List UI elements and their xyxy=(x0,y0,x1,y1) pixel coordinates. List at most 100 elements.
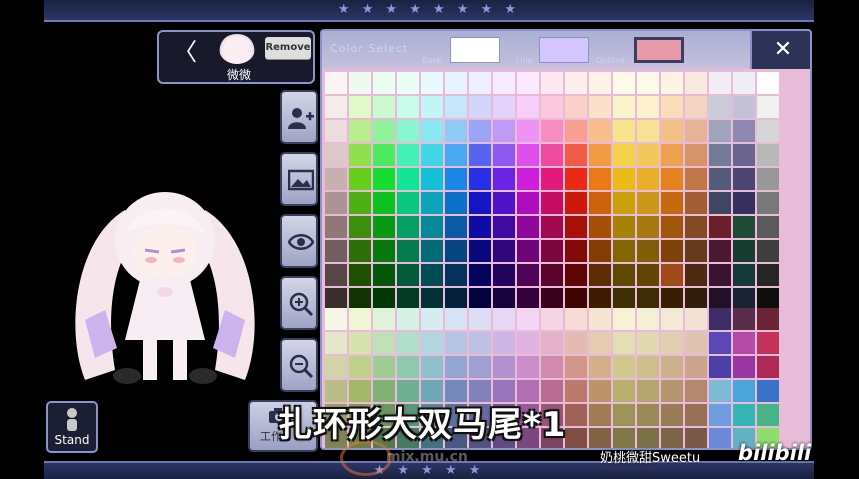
color-cell[interactable] xyxy=(613,168,635,190)
color-cell[interactable] xyxy=(421,120,443,142)
color-cell[interactable] xyxy=(541,264,563,286)
color-cell[interactable] xyxy=(589,404,611,426)
color-cell[interactable] xyxy=(589,264,611,286)
color-cell[interactable] xyxy=(445,96,467,118)
color-cell[interactable] xyxy=(733,192,755,214)
color-cell[interactable] xyxy=(373,216,395,238)
color-cell[interactable] xyxy=(325,168,347,190)
color-cell[interactable] xyxy=(469,216,491,238)
color-cell[interactable] xyxy=(685,144,707,166)
color-cell[interactable] xyxy=(541,144,563,166)
color-cell[interactable] xyxy=(709,404,731,426)
color-cell[interactable] xyxy=(589,308,611,330)
color-cell[interactable] xyxy=(637,308,659,330)
color-cell[interactable] xyxy=(661,288,683,310)
color-cell[interactable] xyxy=(541,72,563,94)
color-cell[interactable] xyxy=(421,72,443,94)
color-cell[interactable] xyxy=(613,264,635,286)
color-cell[interactable] xyxy=(349,332,371,354)
color-cell[interactable] xyxy=(661,380,683,402)
color-cell[interactable] xyxy=(589,240,611,262)
color-cell[interactable] xyxy=(445,308,467,330)
color-cell[interactable] xyxy=(709,120,731,142)
color-cell[interactable] xyxy=(469,96,491,118)
color-cell[interactable] xyxy=(709,240,731,262)
color-cell[interactable] xyxy=(661,240,683,262)
color-cell[interactable] xyxy=(373,356,395,378)
color-cell[interactable] xyxy=(517,264,539,286)
color-cell[interactable] xyxy=(421,192,443,214)
color-cell[interactable] xyxy=(589,144,611,166)
color-cell[interactable] xyxy=(661,264,683,286)
color-cell[interactable] xyxy=(565,356,587,378)
color-cell[interactable] xyxy=(445,144,467,166)
color-cell[interactable] xyxy=(733,96,755,118)
color-cell[interactable] xyxy=(517,144,539,166)
color-cell[interactable] xyxy=(661,192,683,214)
color-cell[interactable] xyxy=(661,144,683,166)
color-cell[interactable] xyxy=(709,308,731,330)
color-cell[interactable] xyxy=(637,380,659,402)
color-cell[interactable] xyxy=(325,264,347,286)
color-cell[interactable] xyxy=(325,192,347,214)
color-cell[interactable] xyxy=(757,216,779,238)
color-cell[interactable] xyxy=(661,332,683,354)
back-button[interactable]: 〈 xyxy=(173,40,197,66)
color-cell[interactable] xyxy=(565,144,587,166)
color-cell[interactable] xyxy=(349,308,371,330)
color-cell[interactable] xyxy=(757,404,779,426)
color-cell[interactable] xyxy=(637,356,659,378)
color-cell[interactable] xyxy=(709,332,731,354)
color-cell[interactable] xyxy=(469,308,491,330)
color-cell[interactable] xyxy=(637,404,659,426)
color-cell[interactable] xyxy=(637,96,659,118)
color-cell[interactable] xyxy=(613,404,635,426)
color-cell[interactable] xyxy=(685,380,707,402)
color-cell[interactable] xyxy=(397,168,419,190)
color-cell[interactable] xyxy=(613,332,635,354)
color-cell[interactable] xyxy=(325,72,347,94)
color-cell[interactable] xyxy=(541,332,563,354)
color-cell[interactable] xyxy=(733,144,755,166)
color-cell[interactable] xyxy=(661,120,683,142)
color-cell[interactable] xyxy=(733,240,755,262)
color-cell[interactable] xyxy=(637,240,659,262)
color-cell[interactable] xyxy=(397,356,419,378)
color-cell[interactable] xyxy=(469,288,491,310)
color-cell[interactable] xyxy=(349,216,371,238)
color-cell[interactable] xyxy=(349,168,371,190)
color-cell[interactable] xyxy=(589,356,611,378)
color-cell[interactable] xyxy=(397,288,419,310)
color-cell[interactable] xyxy=(565,72,587,94)
color-cell[interactable] xyxy=(541,356,563,378)
color-cell[interactable] xyxy=(349,288,371,310)
color-cell[interactable] xyxy=(349,192,371,214)
close-button[interactable]: ✕ xyxy=(750,31,810,69)
color-cell[interactable] xyxy=(517,308,539,330)
color-cell[interactable] xyxy=(517,216,539,238)
color-cell[interactable] xyxy=(733,120,755,142)
color-cell[interactable] xyxy=(493,120,515,142)
color-cell[interactable] xyxy=(589,96,611,118)
add-person-button[interactable] xyxy=(280,90,318,144)
color-cell[interactable] xyxy=(613,96,635,118)
character-preview[interactable] xyxy=(55,180,275,400)
color-cell[interactable] xyxy=(541,168,563,190)
color-cell[interactable] xyxy=(733,264,755,286)
color-cell[interactable] xyxy=(325,308,347,330)
color-cell[interactable] xyxy=(589,72,611,94)
color-cell[interactable] xyxy=(685,120,707,142)
color-cell[interactable] xyxy=(685,216,707,238)
color-cell[interactable] xyxy=(685,72,707,94)
color-cell[interactable] xyxy=(445,120,467,142)
color-cell[interactable] xyxy=(613,120,635,142)
color-cell[interactable] xyxy=(445,72,467,94)
color-cell[interactable] xyxy=(685,332,707,354)
color-cell[interactable] xyxy=(637,168,659,190)
color-cell[interactable] xyxy=(421,288,443,310)
color-cell[interactable] xyxy=(613,240,635,262)
color-cell[interactable] xyxy=(661,96,683,118)
color-cell[interactable] xyxy=(637,192,659,214)
color-cell[interactable] xyxy=(733,380,755,402)
color-cell[interactable] xyxy=(325,332,347,354)
